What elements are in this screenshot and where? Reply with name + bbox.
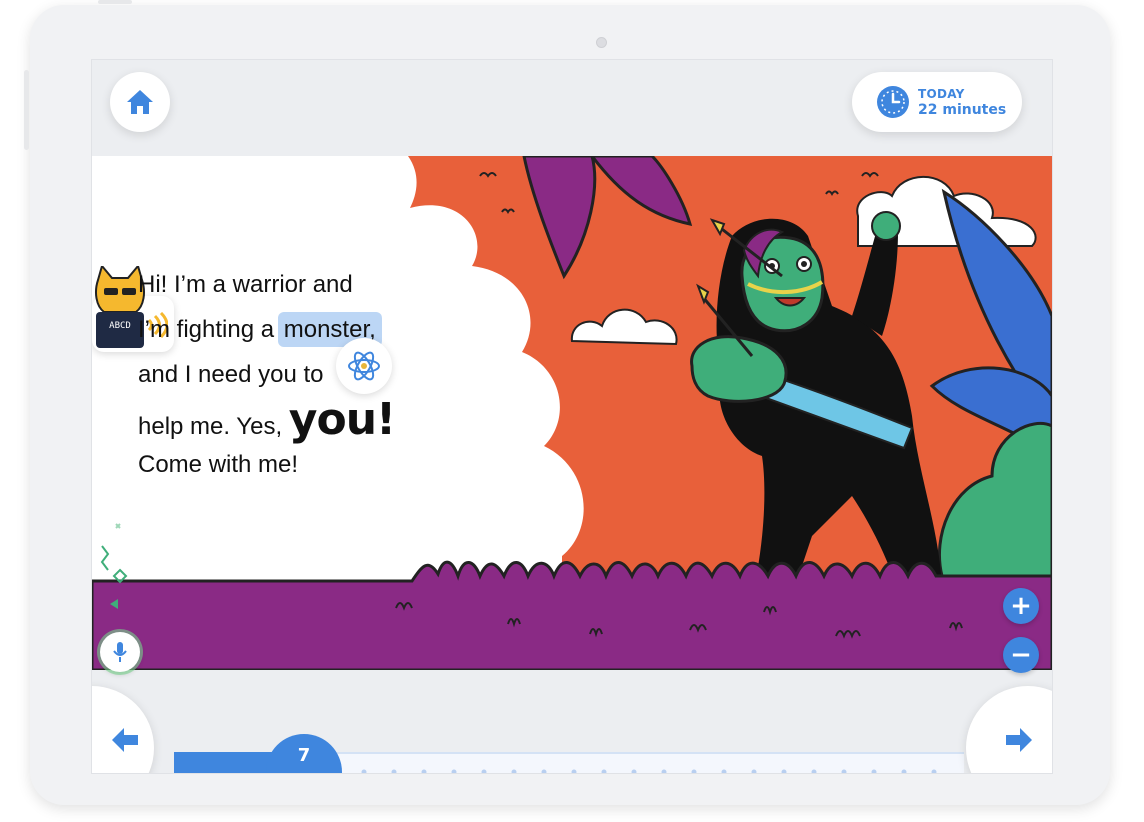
camera-dot bbox=[596, 37, 607, 48]
emphasized-word: you! bbox=[288, 394, 396, 445]
progress-dot bbox=[871, 769, 877, 773]
tablet-side-button bbox=[24, 70, 29, 150]
progress-dot bbox=[661, 769, 667, 773]
word-lookup-button[interactable] bbox=[336, 338, 392, 394]
today-minutes: 22 minutes bbox=[918, 102, 1007, 118]
arrow-left-icon bbox=[112, 728, 138, 752]
previous-page-button[interactable] bbox=[92, 686, 154, 773]
progress-dot bbox=[721, 769, 727, 773]
story-line-5[interactable]: Come with me! bbox=[138, 448, 395, 493]
progress-dot bbox=[631, 769, 637, 773]
progress-dot bbox=[481, 769, 487, 773]
progress-dot bbox=[511, 769, 517, 773]
progress-dot bbox=[691, 769, 697, 773]
tablet-top-button bbox=[98, 0, 132, 4]
zoom-in-button[interactable]: + bbox=[1003, 588, 1039, 624]
zoom-out-button[interactable]: − bbox=[1003, 637, 1039, 673]
progress-dot bbox=[751, 769, 757, 773]
progress-dot bbox=[541, 769, 547, 773]
clock-icon bbox=[877, 86, 909, 118]
home-icon bbox=[127, 90, 153, 114]
microphone-button[interactable] bbox=[100, 632, 140, 672]
progress-dot bbox=[391, 769, 397, 773]
progress-dot bbox=[901, 769, 907, 773]
today-label: TODAY bbox=[918, 87, 965, 101]
story-line-1[interactable]: Hi! I’m a warrior and bbox=[138, 268, 395, 313]
progress-dot bbox=[571, 769, 577, 773]
badge-caption: ABCD bbox=[109, 321, 131, 331]
progress-dot bbox=[781, 769, 787, 773]
progress-dot bbox=[421, 769, 427, 773]
progress-dot bbox=[361, 769, 367, 773]
progress-dot bbox=[841, 769, 847, 773]
today-reading-time[interactable]: TODAY 22 minutes bbox=[852, 72, 1022, 132]
current-page-indicator[interactable]: 7 bbox=[266, 734, 342, 773]
atom-icon bbox=[348, 351, 380, 381]
next-page-button[interactable] bbox=[966, 686, 1052, 773]
progress-dot bbox=[811, 769, 817, 773]
minus-icon: − bbox=[1010, 640, 1032, 670]
mic-icon bbox=[113, 642, 127, 662]
arrow-right-icon bbox=[1006, 728, 1032, 752]
home-button[interactable] bbox=[110, 72, 170, 132]
story-page: ABCD Hi! I’m a warrior and I’m fighting … bbox=[92, 156, 1052, 670]
progress-dot bbox=[931, 769, 937, 773]
progress-dot bbox=[451, 769, 457, 773]
hidden-word: and bbox=[312, 271, 353, 298]
plus-icon: + bbox=[1010, 591, 1032, 621]
story-line-4[interactable]: help me. Yes, you! bbox=[138, 398, 396, 448]
app-screen: TODAY 22 minutes ABCD Hi! I’m a warrior … bbox=[91, 59, 1053, 774]
progress-dot bbox=[601, 769, 607, 773]
